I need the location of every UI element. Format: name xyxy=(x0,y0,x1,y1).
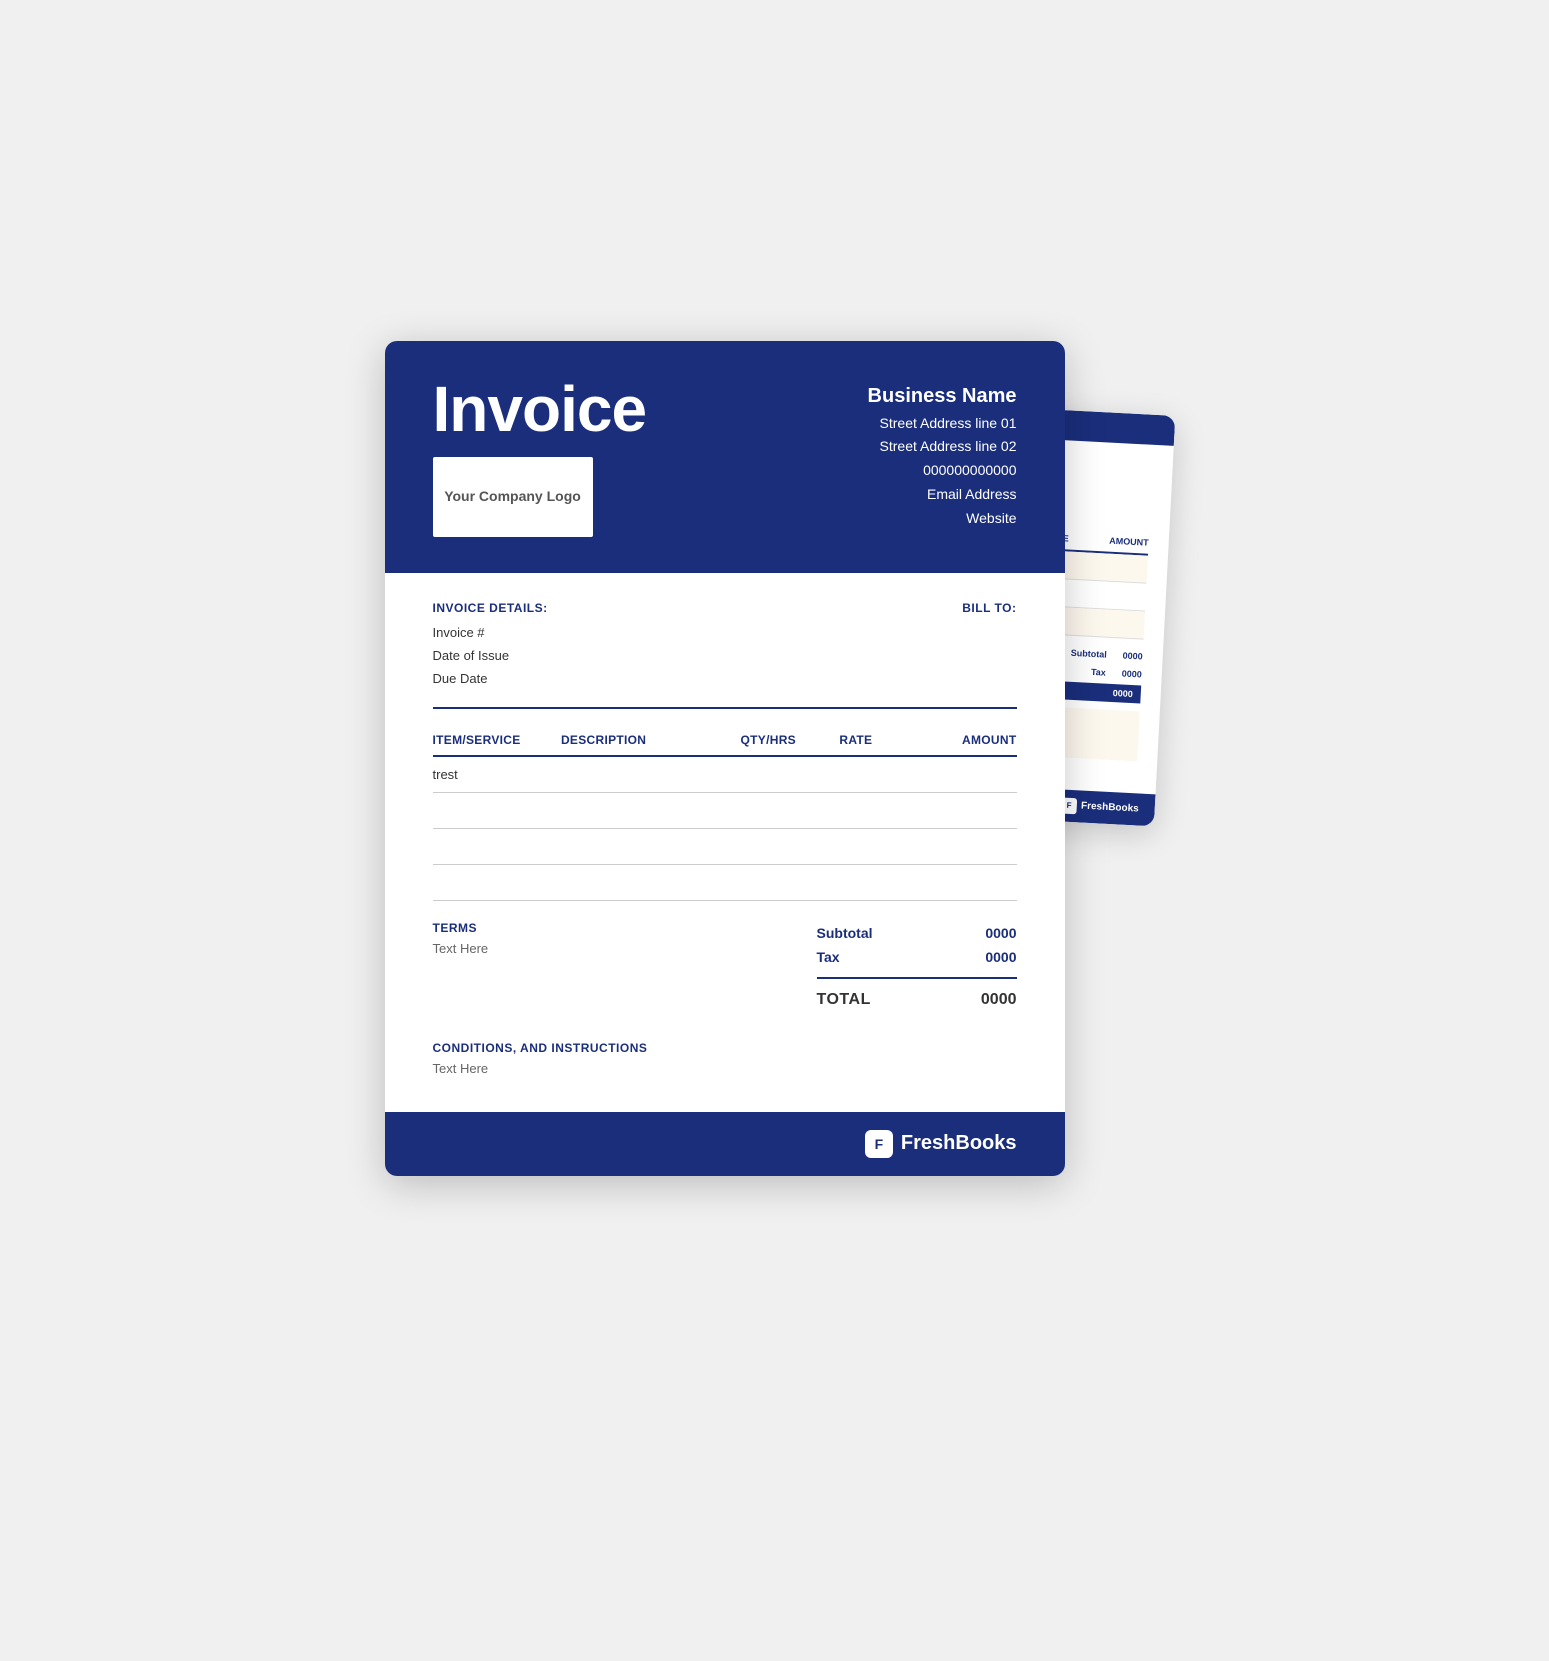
row4-rate xyxy=(812,864,900,900)
row3-desc xyxy=(561,828,725,864)
table-row: trest xyxy=(433,756,1017,793)
row2-amount xyxy=(900,792,1017,828)
logo-box: Your Company Logo xyxy=(433,457,593,537)
terms-text: Text Here xyxy=(433,941,817,956)
invoice-header-right: Business Name Street Address line 01 Str… xyxy=(868,385,1017,531)
row3-item xyxy=(433,828,561,864)
back-subtotal-label: Subtotal xyxy=(1070,643,1107,663)
conditions-text: Text Here xyxy=(433,1061,1017,1076)
col-qty-hrs: QTY/HRS xyxy=(724,725,812,756)
row4-qty xyxy=(724,864,812,900)
phone: 000000000000 xyxy=(868,459,1017,483)
address-line1: Street Address line 01 xyxy=(868,412,1017,436)
header-divider xyxy=(433,707,1017,709)
conditions-label: CONDITIONS, AND INSTRUCTIONS xyxy=(433,1041,1017,1055)
invoice-number-label: Invoice # xyxy=(433,621,548,644)
tax-label: Tax xyxy=(817,949,840,965)
invoice-details-row: INVOICE DETAILS: Invoice # Date of Issue… xyxy=(433,601,1017,691)
subtotal-label: Subtotal xyxy=(817,925,873,941)
tax-value: 0000 xyxy=(985,949,1016,965)
invoice-header: Invoice Your Company Logo Business Name … xyxy=(385,341,1065,573)
row1-qty xyxy=(724,756,812,793)
business-name: Business Name xyxy=(868,385,1017,408)
table-row xyxy=(433,792,1017,828)
row3-amount xyxy=(900,828,1017,864)
back-tax-value: 0000 xyxy=(1121,664,1142,683)
freshbooks-letter: F xyxy=(875,1136,884,1152)
subtotal-value: 0000 xyxy=(985,925,1016,941)
back-freshbooks-letter: F xyxy=(1066,800,1071,809)
col-rate: RATE xyxy=(812,725,900,756)
subtotal-row: Subtotal 0000 xyxy=(817,921,1017,945)
email: Email Address xyxy=(868,483,1017,507)
back-freshbooks-logo: F FreshBooks xyxy=(1060,797,1139,817)
invoice-header-left: Invoice Your Company Logo xyxy=(433,377,647,537)
totals-section: Subtotal 0000 Tax 0000 TOTAL 0000 xyxy=(817,921,1017,1013)
back-col-amount: AMOUNT xyxy=(1098,534,1148,547)
col-description: DESCRIPTION xyxy=(561,725,725,756)
row1-rate xyxy=(812,756,900,793)
terms-section: TERMS Text Here xyxy=(433,921,817,956)
tax-row: Tax 0000 xyxy=(817,945,1017,969)
bill-to-label: BILL TO: xyxy=(962,601,1016,691)
terms-label: TERMS xyxy=(433,921,817,935)
invoice-table: ITEM/SERVICE DESCRIPTION QTY/HRS RATE AM… xyxy=(433,725,1017,901)
back-freshbooks-brand: FreshBooks xyxy=(1080,800,1138,814)
invoice-body: INVOICE DETAILS: Invoice # Date of Issue… xyxy=(385,573,1065,901)
back-total-value: 0000 xyxy=(1112,687,1133,698)
row2-desc xyxy=(561,792,725,828)
freshbooks-logo: F FreshBooks xyxy=(865,1130,1017,1158)
total-value: 0000 xyxy=(981,991,1017,1009)
back-tax-label: Tax xyxy=(1090,662,1106,681)
invoice-details-label: INVOICE DETAILS: xyxy=(433,601,548,615)
table-row xyxy=(433,864,1017,900)
row2-qty xyxy=(724,792,812,828)
table-row xyxy=(433,828,1017,864)
table-header-row: ITEM/SERVICE DESCRIPTION QTY/HRS RATE AM… xyxy=(433,725,1017,756)
invoice-details-left: INVOICE DETAILS: Invoice # Date of Issue… xyxy=(433,601,548,691)
due-date-label: Due Date xyxy=(433,667,548,690)
freshbooks-icon: F xyxy=(865,1130,893,1158)
row1-amount xyxy=(900,756,1017,793)
website: Website xyxy=(868,507,1017,531)
freshbooks-brand: FreshBooks xyxy=(901,1132,1017,1155)
row2-rate xyxy=(812,792,900,828)
row1-item: trest xyxy=(433,756,561,793)
col-item-service: ITEM/SERVICE xyxy=(433,725,561,756)
totals-divider xyxy=(817,977,1017,979)
row1-desc xyxy=(561,756,725,793)
invoice-bottom: TERMS Text Here Subtotal 0000 Tax 0000 T… xyxy=(385,901,1065,1041)
date-of-issue-label: Date of Issue xyxy=(433,644,548,667)
row4-item xyxy=(433,864,561,900)
row3-qty xyxy=(724,828,812,864)
address-line2: Street Address line 02 xyxy=(868,435,1017,459)
logo-text: Your Company Logo xyxy=(444,487,581,505)
back-subtotal-value: 0000 xyxy=(1122,646,1143,665)
row2-item xyxy=(433,792,561,828)
invoice-title: Invoice xyxy=(433,377,647,441)
total-label: TOTAL xyxy=(817,991,871,1009)
invoice-scene: INVOICE DETAILS: Invoice # 0000 Date of … xyxy=(385,341,1165,1321)
col-amount: AMOUNT xyxy=(900,725,1017,756)
row3-rate xyxy=(812,828,900,864)
total-row: TOTAL 0000 xyxy=(817,987,1017,1013)
invoice-footer: F FreshBooks xyxy=(385,1112,1065,1176)
conditions-section: CONDITIONS, AND INSTRUCTIONS Text Here xyxy=(385,1041,1065,1100)
invoice-front: Invoice Your Company Logo Business Name … xyxy=(385,341,1065,1176)
row4-desc xyxy=(561,864,725,900)
row4-amount xyxy=(900,864,1017,900)
